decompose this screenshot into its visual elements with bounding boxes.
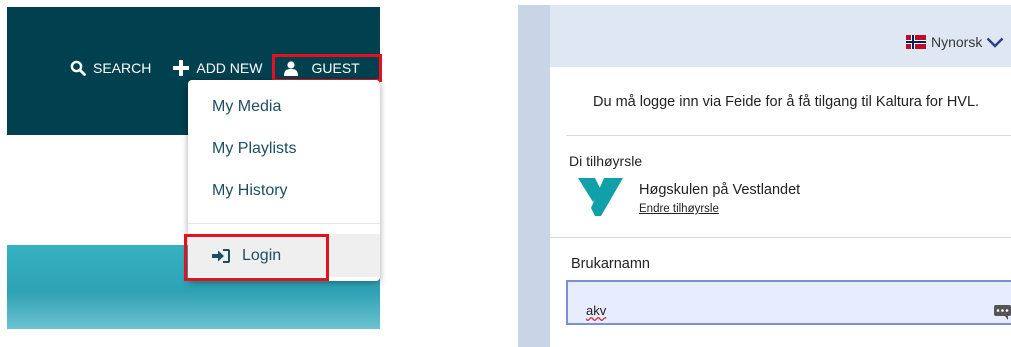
search-label: SEARCH	[93, 60, 152, 76]
username-value: akv	[586, 303, 607, 318]
sign-in-icon	[212, 248, 230, 263]
organization-name: Høgskulen på Vestlandet	[639, 182, 801, 198]
search-icon	[70, 60, 86, 76]
affiliation-label: Di tilhøyrsle	[569, 153, 643, 169]
username-input[interactable]	[566, 280, 1011, 325]
menu-divider	[188, 223, 380, 224]
login-label: Login	[242, 246, 282, 264]
user-icon	[284, 60, 299, 76]
menu-item-my-playlists[interactable]: My Playlists	[212, 140, 296, 158]
divider	[550, 237, 1011, 238]
language-label: Nynorsk	[931, 34, 983, 50]
plus-icon	[173, 60, 190, 76]
norway-flag-icon	[906, 35, 926, 49]
divider	[566, 135, 1011, 136]
chevron-down-icon	[986, 37, 1004, 48]
top-nav: SEARCH ADD NEW GUEST	[70, 54, 382, 82]
guest-user-button[interactable]: GUEST	[272, 54, 382, 82]
search-button[interactable]: SEARCH	[70, 60, 151, 76]
change-affiliation-link[interactable]: Endre tilhøyrsle	[639, 203, 719, 215]
username-label: Brukarnamn	[571, 256, 650, 272]
hvl-logo-icon	[578, 178, 624, 221]
add-new-label: ADD NEW	[196, 60, 263, 76]
user-dropdown-menu: My Media My Playlists My History Login	[188, 80, 380, 281]
login-info-text: Du må logge inn via Feide for å få tilga…	[593, 94, 980, 110]
input-helper-icon[interactable]	[994, 305, 1011, 325]
guest-label: GUEST	[311, 60, 360, 76]
menu-item-my-media[interactable]: My Media	[212, 98, 281, 116]
add-new-button[interactable]: ADD NEW	[173, 60, 262, 76]
menu-item-my-history[interactable]: My History	[212, 182, 288, 200]
menu-item-login[interactable]: Login	[188, 234, 380, 277]
language-selector[interactable]: Nynorsk	[906, 34, 1004, 50]
